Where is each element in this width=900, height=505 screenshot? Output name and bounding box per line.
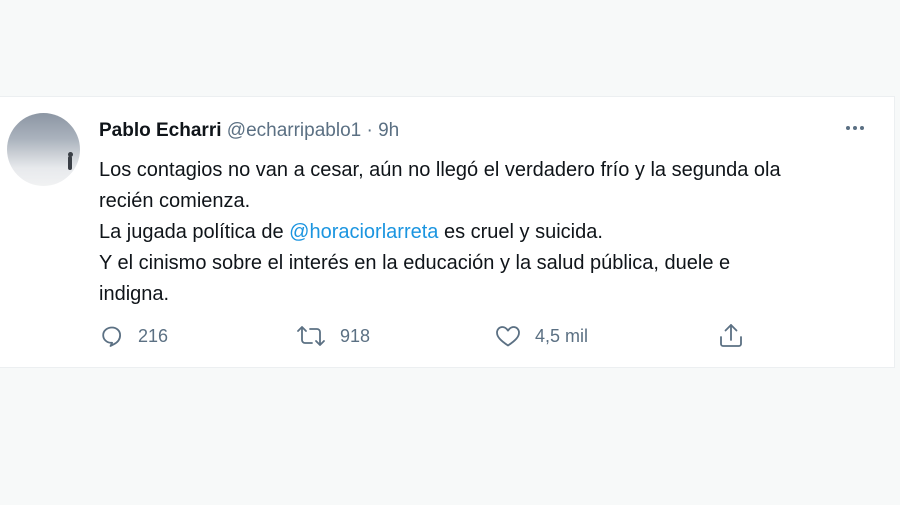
tweet-line: La jugada política de @horaciorlarreta e… xyxy=(99,217,879,248)
retweet-button[interactable]: 918 xyxy=(296,321,370,351)
tweet-line-text: La jugada política de xyxy=(99,221,290,243)
share-icon xyxy=(717,322,745,350)
author-name[interactable]: Pablo Echarri xyxy=(99,120,222,141)
avatar[interactable] xyxy=(7,113,80,186)
more-icon xyxy=(846,126,850,130)
tweet-line: indigna. xyxy=(99,283,170,305)
header-separator: · xyxy=(366,120,373,141)
tweet-line-text: es cruel y suicida. xyxy=(438,221,603,243)
retweet-count: 918 xyxy=(340,325,371,346)
like-icon xyxy=(495,324,521,348)
more-options-button[interactable] xyxy=(838,114,872,142)
tweet-text: Los contagios no van a cesar, aún no lle… xyxy=(99,155,879,310)
tweet-line: Y el cinismo sobre el interés en la educ… xyxy=(99,252,731,274)
like-button[interactable]: 4,5 mil xyxy=(495,321,588,351)
tweet-header: Pablo Echarri @echarripablo1 · 9h xyxy=(99,119,399,143)
more-icon-dot xyxy=(860,126,864,130)
reply-icon xyxy=(100,324,124,348)
tweet-card[interactable]: Pablo Echarri @echarripablo1 · 9h Los co… xyxy=(0,96,895,368)
tweet-timestamp[interactable]: 9h xyxy=(378,120,399,141)
like-count: 4,5 mil xyxy=(535,325,589,346)
reply-button[interactable]: 216 xyxy=(100,321,168,351)
retweet-icon xyxy=(296,324,326,348)
mention-link[interactable]: @horaciorlarreta xyxy=(289,221,438,243)
tweet-line: Los contagios no van a cesar, aún no lle… xyxy=(99,159,781,181)
share-button[interactable] xyxy=(717,321,745,351)
reply-count: 216 xyxy=(138,325,169,346)
tweet-line: recién comienza. xyxy=(99,190,251,212)
avatar-figure-body xyxy=(68,156,72,170)
more-icon-dot xyxy=(853,126,857,130)
author-handle[interactable]: @echarripablo1 xyxy=(227,120,361,141)
